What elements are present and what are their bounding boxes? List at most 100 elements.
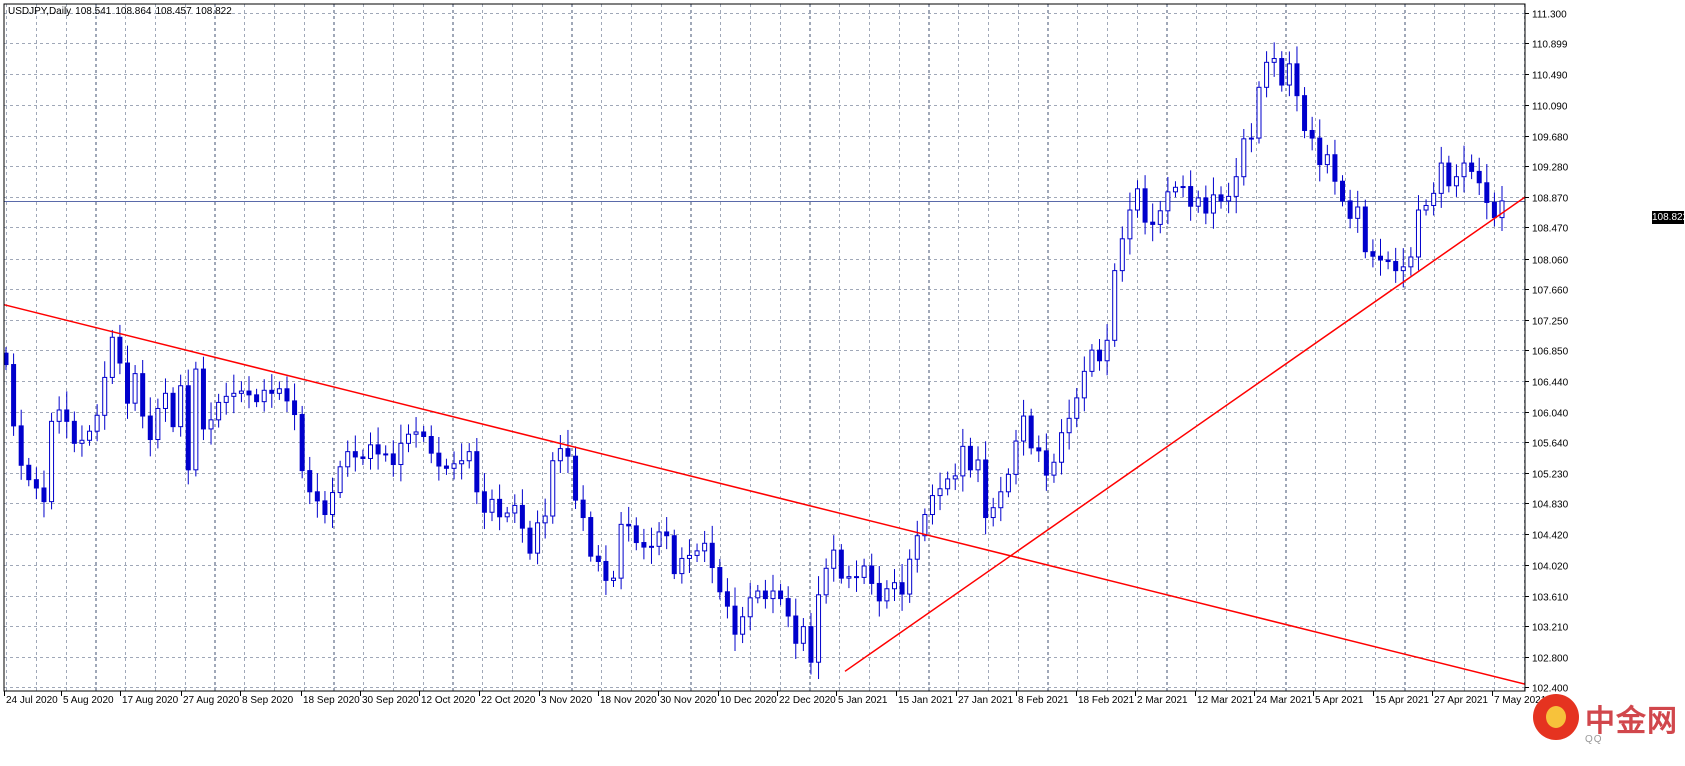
candle-body [162,392,168,409]
price-chart[interactable]: 111.300 110.899 110.490 110.090 109.680 109.2… [0,0,1685,766]
candle-body [474,451,480,493]
candle-body [1226,195,1232,202]
candle-body [519,504,525,529]
candle-body [405,433,411,444]
candle-body [254,394,260,403]
candle-body [398,442,404,466]
x-tick-label: 27 Jan 2021 [958,695,1013,706]
candle-body [200,368,206,430]
candle-body [1347,200,1353,219]
candle-body [914,535,920,560]
candle-body [1081,370,1087,399]
candle-body [1286,63,1292,86]
candle-body [580,499,586,519]
candle-body [1377,255,1383,261]
candle-body [1195,197,1201,207]
candle-body [618,523,624,579]
candle-body [292,400,298,416]
candle-body [231,392,237,397]
y-tick-label: 110.899 [1532,40,1568,51]
x-tick-label: 5 Aug 2020 [63,695,114,706]
candle-body [595,555,601,562]
candle-body [1423,204,1429,211]
y-tick-label: 107.660 [1532,286,1569,297]
coin-logo-icon [1533,694,1579,740]
candle-body [26,464,32,481]
candle-body [3,352,9,366]
candle-body [1476,170,1482,184]
y-tick-label: 104.420 [1532,531,1569,542]
y-tick-label: 109.280 [1532,163,1569,174]
candle-body [1415,209,1421,258]
candle-body [71,420,77,444]
candle-body [535,522,541,554]
candle-body [451,463,457,469]
candle-body [626,523,632,527]
high-value: 108.864 [115,6,152,17]
x-tick-label: 12 Oct 2020 [421,695,476,706]
candle-body [565,448,571,457]
candle-body [1400,266,1406,272]
candle-body [1453,176,1459,187]
candle-body [1210,194,1216,214]
candle-body [960,445,966,477]
candle-body [633,525,639,544]
candle-body [170,392,176,428]
candle-body [87,430,93,441]
candle-body [238,390,244,394]
candle-body [922,514,928,537]
candle-body [527,527,533,554]
candle-body [1264,61,1270,88]
y-tick-label: 107.250 [1532,317,1569,328]
candle-body [1340,180,1346,202]
candle-body [375,444,381,455]
y-axis-labels: 111.300 110.899 110.490 110.090 109.680 109.2… [1532,10,1569,695]
candle-body [1165,191,1171,212]
x-tick-label: 30 Sep 2020 [362,695,419,706]
candle-body [1059,432,1065,463]
candle-body [1043,450,1049,476]
x-tick-label: 3 Nov 2020 [541,695,593,706]
x-tick-label: 24 Mar 2021 [1256,695,1313,706]
candle-body [155,407,161,441]
candle-body [1172,186,1178,193]
candle-body [140,373,146,417]
candle-body [1332,154,1338,182]
candle-body [428,435,434,454]
x-tick-label: 10 Dec 2020 [720,695,777,706]
low-value: 108.457 [155,6,192,17]
candle-body [869,565,875,584]
x-tick-label: 2 Mar 2021 [1137,695,1188,706]
y-tick-label: 106.440 [1532,378,1569,389]
watermark-subtext: QQ [1585,734,1603,745]
candle-body [876,582,882,602]
candle-body [800,626,806,644]
candle-body [1203,197,1209,214]
candle-body [747,597,753,618]
candle-body [1355,206,1361,219]
candle-body [352,451,358,458]
candle-body [481,491,487,513]
candle-body [1469,162,1475,172]
candle-body [717,567,723,593]
candle-body [178,385,184,428]
candle-body [489,498,495,513]
candle-body [1112,270,1118,341]
candle-body [284,388,290,402]
trendlines [3,196,1526,685]
y-tick-label: 109.680 [1532,133,1569,144]
candle-body [1362,206,1368,253]
candle-body [1036,447,1042,452]
candle-body [337,466,343,494]
candle-body [1294,63,1300,97]
x-tick-label: 15 Apr 2021 [1375,695,1429,706]
candle-body [983,459,989,519]
x-tick-label: 15 Jan 2021 [898,695,953,706]
candle-body [1134,188,1140,211]
candle-body [1013,440,1019,475]
candle-body [64,409,70,422]
candle-body [132,373,138,404]
y-tick-label: 108.060 [1532,256,1569,267]
y-tick-label: 108.870 [1532,194,1569,205]
candle-body [664,531,670,537]
